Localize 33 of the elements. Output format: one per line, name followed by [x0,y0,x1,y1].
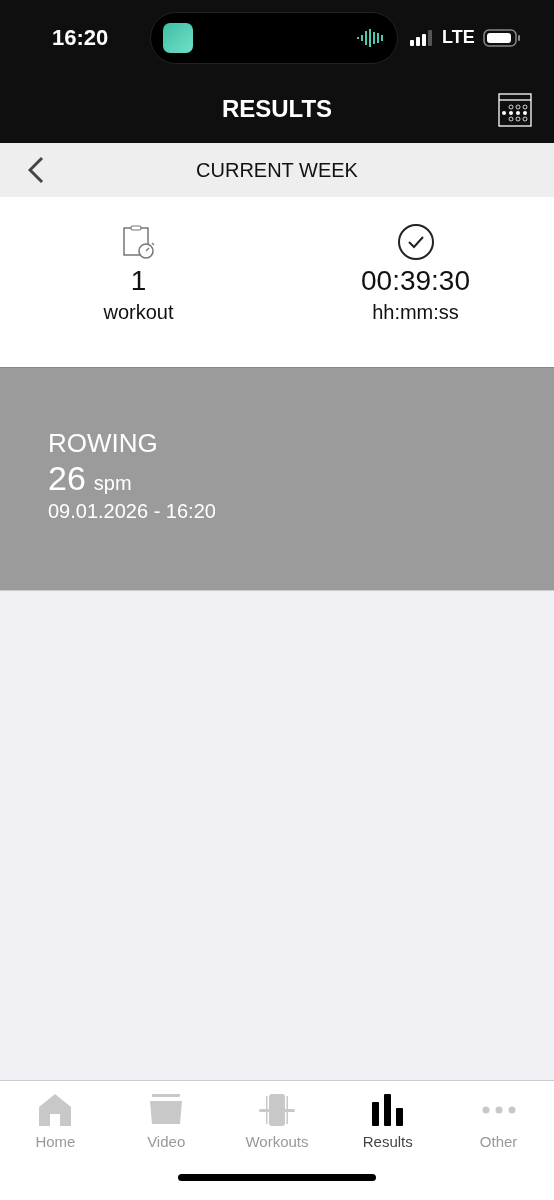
status-time: 16:20 [52,24,110,51]
waveform-icon [357,28,385,47]
folder-icon [149,1093,184,1127]
summary-label: workout [103,301,174,324]
network-label: LTE [442,27,475,48]
tab-item[interactable]: Video [110,1093,222,1150]
workout-date: 09.01.2026 - 16:20 [48,500,217,523]
calendar-button[interactable] [498,93,532,127]
tab-item[interactable]: Other [443,1093,554,1150]
more-icon [481,1106,516,1114]
clipboard-stopwatch-icon [121,223,156,261]
dumbbell-icon [258,1093,296,1127]
summary-value: 00:39:30 [361,265,470,297]
workout-name: ROWING [48,428,159,459]
tab-item[interactable]: Workouts [221,1093,333,1150]
app-icon [163,22,193,53]
tab-item[interactable]: Results [332,1093,444,1150]
signal-icon [410,29,434,46]
bar-chart-icon [370,1093,405,1127]
stroke-rate-unit: spm [93,472,132,495]
stroke-rate-value: 26 [48,459,86,498]
tab-item[interactable]: Home [0,1093,111,1150]
checkmark-circle-icon [396,223,435,261]
chevron-left-icon [28,156,44,184]
calendar-icon [498,93,532,127]
summary-value: 1 [130,265,147,297]
summary-label: hh:mm:ss [372,301,459,324]
week-title: CURRENT WEEK [196,158,358,182]
battery-icon [482,28,521,47]
screen-title: RESULTS [221,95,333,123]
home-icon [37,1093,74,1127]
back-button[interactable] [28,156,44,184]
workout-card[interactable]: ROWING 26 spm 09.01.2026 - 16:20 [0,368,554,590]
